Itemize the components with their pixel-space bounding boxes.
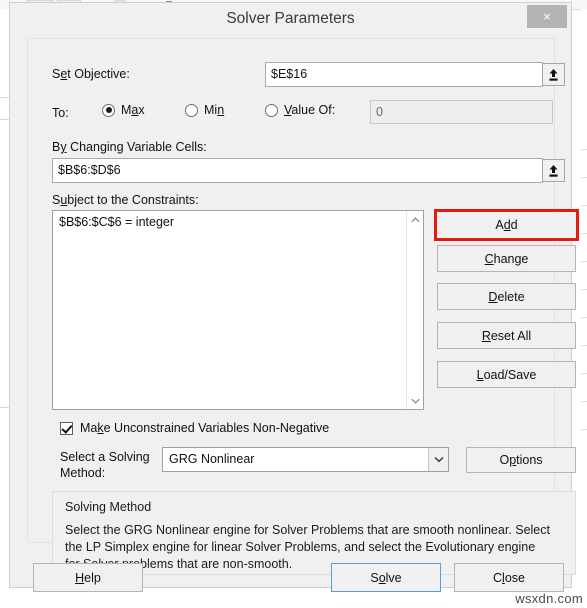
set-objective-label: Set Objective: [52, 67, 130, 81]
range-picker-icon-variables[interactable] [542, 159, 565, 182]
solve-label: Solve [370, 570, 402, 585]
goal-option-value-of-label: Value Of: [284, 103, 336, 117]
change-constraint-button[interactable]: Change [437, 245, 576, 272]
goal-option-max-label: Max [121, 103, 145, 117]
solving-method-select[interactable]: GRG Nonlinear [162, 447, 449, 472]
background-right-gutter [581, 9, 587, 589]
goal-label: To: [52, 106, 69, 120]
delete-constraint-label: Delete [488, 289, 525, 304]
ghost-row-divider [581, 317, 587, 318]
dialog-title: Solver Parameters [226, 10, 355, 27]
reset-all-button[interactable]: Reset All [437, 322, 576, 349]
range-picker-icon[interactable] [542, 63, 565, 86]
ghost-row-divider [581, 345, 587, 346]
non-negative-checkbox[interactable]: Make Unconstrained Variables Non-Negativ… [60, 421, 329, 435]
help-button[interactable]: Help [33, 563, 143, 592]
solve-button[interactable]: Solve [331, 563, 441, 592]
goal-option-value-of[interactable]: Value Of: [265, 103, 335, 117]
load-save-button[interactable]: Load/Save [437, 361, 576, 388]
ghost-row-divider [0, 97, 9, 98]
variable-cells-input[interactable]: $B$6:$D$6 [52, 158, 543, 183]
ghost-row-divider [581, 149, 587, 150]
ghost-row-divider [581, 401, 587, 402]
constraint-item[interactable]: $B$6:$C$6 = integer [53, 211, 423, 233]
add-constraint-label: Add [495, 218, 518, 232]
radio-min[interactable] [185, 103, 198, 117]
ghost-row-divider [581, 205, 587, 206]
non-negative-label: Make Unconstrained Variables Non-Negativ… [80, 421, 330, 435]
options-button[interactable]: Options [466, 447, 576, 473]
change-constraint-label: Change [484, 251, 529, 266]
help-label: Help [75, 570, 101, 585]
watermark: wsxdn.com [515, 591, 583, 606]
ghost-row-divider [581, 289, 587, 290]
goal-option-min-label: Min [204, 103, 225, 117]
dialog-titlebar: Solver Parameters × [10, 3, 571, 36]
set-objective-input[interactable]: $E$16 [265, 62, 543, 87]
chevron-down-icon[interactable] [407, 392, 423, 409]
solving-method-label-line1: Select a Solving [60, 450, 150, 464]
constraints-listbox[interactable]: $B$6:$C$6 = integer [52, 210, 424, 410]
radio-max[interactable] [102, 103, 115, 117]
constraints-label: Subject to the Constraints: [52, 193, 199, 207]
close-icon[interactable]: × [527, 5, 567, 28]
ghost-row-divider [581, 233, 587, 234]
info-panel-title: Solving Method [65, 500, 152, 514]
chevron-up-icon[interactable] [407, 211, 423, 228]
ghost-row-divider [0, 119, 9, 120]
reset-all-label: Reset All [481, 328, 532, 343]
solver-parameters-dialog: Solver Parameters × Set Objective: $E$16… [9, 2, 579, 592]
close-button[interactable]: Close [454, 563, 564, 592]
ghost-row-divider [581, 177, 587, 178]
constraints-scrollbar[interactable] [406, 211, 423, 409]
goal-option-min[interactable]: Min [185, 103, 224, 117]
radio-value-of[interactable] [265, 103, 278, 117]
load-save-label: Load/Save [476, 367, 537, 382]
solving-method-label-line2: Method: [60, 466, 106, 480]
ghost-row-divider [0, 407, 9, 408]
solving-method-value: GRG Nonlinear [169, 452, 255, 466]
goal-option-max[interactable]: Max [102, 103, 145, 117]
ghost-row-divider [581, 261, 587, 262]
value-of-input[interactable]: 0 [370, 100, 553, 124]
ghost-row-divider [581, 429, 587, 430]
options-label: Options [499, 453, 543, 467]
checkbox-box[interactable] [60, 421, 73, 435]
ghost-row-divider [581, 373, 587, 374]
add-constraint-button[interactable]: Add [434, 209, 579, 241]
close-label: Close [493, 570, 525, 585]
chevron-down-icon-combo[interactable] [428, 448, 448, 471]
dialog-body: Set Objective: $E$16 To: Max Min Value O… [19, 36, 579, 587]
delete-constraint-button[interactable]: Delete [437, 283, 576, 310]
variable-cells-label: By Changing Variable Cells: [52, 140, 207, 154]
